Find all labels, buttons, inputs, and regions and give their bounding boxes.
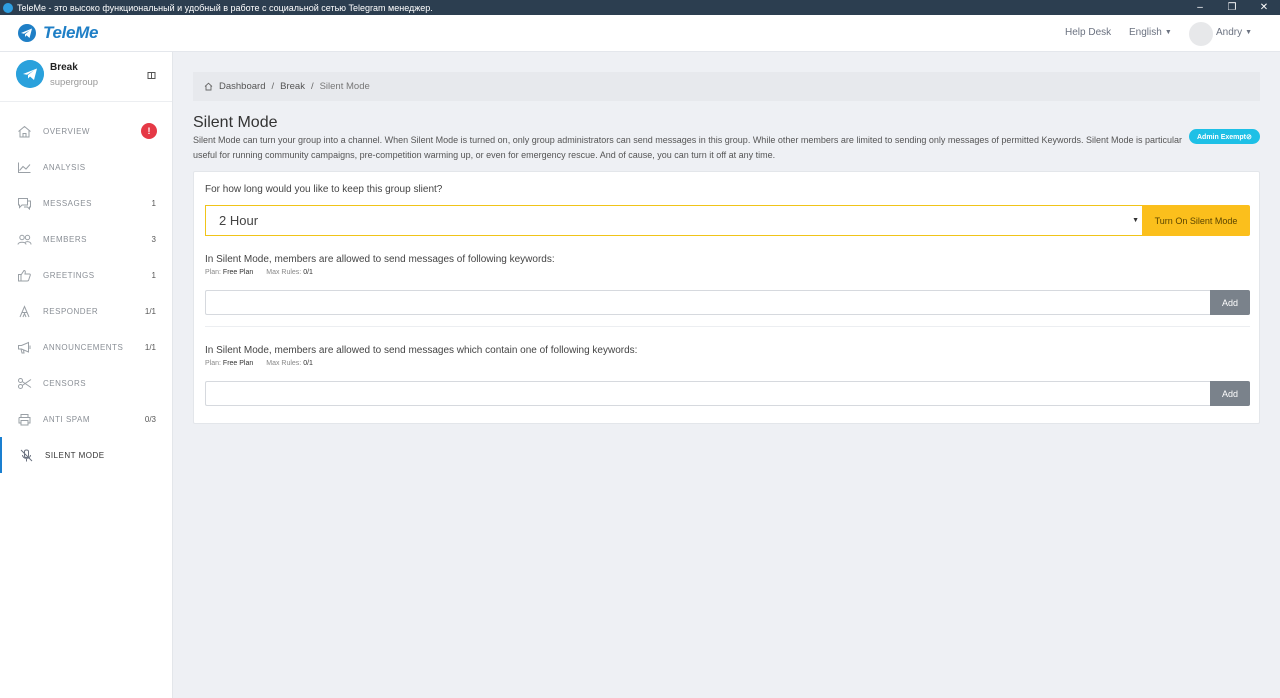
- page-title: Silent Mode: [193, 114, 278, 131]
- window-title: TeleMe - это высоко функциональный и удо…: [17, 2, 433, 13]
- telegram-group-avatar-icon: [16, 60, 44, 88]
- plan-value: Free Plan: [222, 360, 254, 367]
- plan-value: Free Plan: [222, 269, 254, 276]
- sidebar-item-announcements[interactable]: ANNOUNCEMENTS 1/1: [0, 329, 172, 365]
- max-rules-value: 0/1: [303, 269, 313, 276]
- sidebar-item-responder[interactable]: RESPONDER 1/1: [0, 293, 172, 329]
- sidebar-item-overview[interactable]: OVERVIEW !: [0, 113, 172, 149]
- exact-keyword-input[interactable]: [205, 290, 1211, 315]
- max-rules-label: Max Rules:: [266, 360, 302, 367]
- language-label: English: [1129, 27, 1162, 38]
- sidebar-item-count: 0/3: [144, 415, 156, 424]
- user-avatar[interactable]: [1189, 22, 1213, 46]
- brand-name: TeleMe: [43, 23, 99, 42]
- sidebar-item-label: SILENT MODE: [45, 451, 105, 460]
- sidebar: Break supergroup OVERVIEW ! ANALYSIS MES…: [0, 52, 173, 698]
- add-exact-keyword-button[interactable]: Add: [1210, 290, 1250, 315]
- sidebar-item-label: MEMBERS: [43, 235, 87, 244]
- user-name: Andry: [1216, 27, 1243, 38]
- mute-icon: [20, 449, 33, 462]
- sidebar-item-analysis[interactable]: ANALYSIS: [0, 149, 172, 185]
- breadcrumb-separator: /: [271, 81, 275, 92]
- chevron-down-icon: ▼: [1132, 217, 1139, 224]
- telegram-logo-icon: [18, 24, 36, 42]
- max-rules-value: 0/1: [303, 360, 313, 367]
- sidebar-item-count: 1: [151, 199, 156, 208]
- duration-select[interactable]: 2 Hour ▼: [205, 205, 1143, 236]
- home-icon: [204, 82, 213, 91]
- chart-icon: [18, 162, 31, 173]
- silent-mode-card: For how long would you like to keep this…: [193, 171, 1260, 424]
- chevron-down-icon: ▼: [1164, 29, 1172, 36]
- sidebar-item-messages[interactable]: MESSAGES 1: [0, 185, 172, 221]
- sidebar-item-count: 1: [151, 271, 156, 280]
- app-icon: [3, 2, 13, 13]
- exact-keywords-plan: Plan: Free Plan Max Rules: 0/1: [205, 269, 313, 276]
- sidebar-item-count: 1/1: [144, 307, 156, 316]
- thumbs-up-icon: [18, 269, 31, 282]
- sidebar-item-greetings[interactable]: GREETINGS 1: [0, 257, 172, 293]
- breadcrumb-dashboard[interactable]: Dashboard: [219, 81, 265, 92]
- sidebar-item-label: RESPONDER: [43, 307, 99, 316]
- sidebar-item-label: MESSAGES: [43, 199, 92, 208]
- alert-badge: !: [141, 123, 157, 139]
- admin-exempt-button[interactable]: Admin Exempt⊘: [1189, 129, 1260, 144]
- scissors-icon: [18, 378, 32, 389]
- help-desk-link[interactable]: Help Desk: [1065, 27, 1111, 38]
- language-dropdown[interactable]: English ▼: [1129, 27, 1172, 38]
- contain-keywords-plan: Plan: Free Plan Max Rules: 0/1: [205, 360, 313, 367]
- home-icon: [18, 125, 31, 138]
- sidebar-item-count: 3: [151, 235, 156, 244]
- sidebar-item-count: 1/1: [144, 343, 156, 352]
- sidebar-item-label: ANALYSIS: [43, 163, 86, 172]
- contain-keywords-label: In Silent Mode, members are allowed to s…: [205, 345, 638, 356]
- responder-icon: [19, 305, 30, 318]
- turn-on-silent-mode-button[interactable]: Turn On Silent Mode: [1142, 205, 1250, 236]
- plan-label: Plan:: [205, 360, 221, 367]
- contain-keyword-input[interactable]: [205, 381, 1211, 406]
- user-menu-dropdown[interactable]: Andry ▼: [1216, 27, 1252, 38]
- close-button[interactable]: ✕: [1244, 0, 1280, 15]
- breadcrumb-separator: /: [310, 81, 314, 92]
- megaphone-icon: [18, 341, 31, 354]
- sidebar-item-silent-mode[interactable]: SILENT MODE: [0, 437, 172, 473]
- group-type: supergroup: [50, 77, 99, 88]
- top-navbar: TeleMe Help Desk English ▼ Andry ▼: [0, 15, 1280, 52]
- sidebar-item-members[interactable]: MEMBERS 3: [0, 221, 172, 257]
- sidebar-item-label: CENSORS: [43, 379, 87, 388]
- group-name: Break: [50, 62, 78, 73]
- sidebar-item-label: GREETINGS: [43, 271, 95, 280]
- sidebar-item-censors[interactable]: CENSORS: [0, 365, 172, 401]
- sidebar-item-anti-spam[interactable]: ANTI SPAM 0/3: [0, 401, 172, 437]
- sidebar-item-label: OVERVIEW: [43, 127, 90, 136]
- switch-group-icon[interactable]: [147, 71, 156, 80]
- group-card[interactable]: Break supergroup: [0, 52, 172, 102]
- add-contain-keyword-button[interactable]: Add: [1210, 381, 1250, 406]
- printer-icon: [18, 414, 31, 426]
- duration-value: 2 Hour: [219, 213, 259, 228]
- sidebar-item-label: ANTI SPAM: [43, 415, 91, 424]
- duration-question: For how long would you like to keep this…: [205, 184, 443, 195]
- breadcrumb-group[interactable]: Break: [280, 81, 305, 92]
- breadcrumb-current: Silent Mode: [319, 81, 370, 92]
- chevron-down-icon: ▼: [1245, 29, 1253, 36]
- plan-label: Plan:: [205, 269, 221, 276]
- sidebar-item-label: ANNOUNCEMENTS: [43, 343, 124, 352]
- page-description: Silent Mode can turn your group into a c…: [193, 135, 1183, 160]
- window-titlebar: TeleMe - это высоко функциональный и удо…: [0, 0, 1280, 15]
- brand-logo[interactable]: TeleMe: [16, 23, 99, 43]
- message-icon: [18, 198, 31, 210]
- breadcrumb: Dashboard / Break / Silent Mode: [193, 72, 1260, 101]
- exact-keywords-label: In Silent Mode, members are allowed to s…: [205, 254, 555, 265]
- users-icon: [17, 234, 32, 245]
- max-rules-label: Max Rules:: [266, 269, 302, 276]
- section-divider: [205, 326, 1250, 327]
